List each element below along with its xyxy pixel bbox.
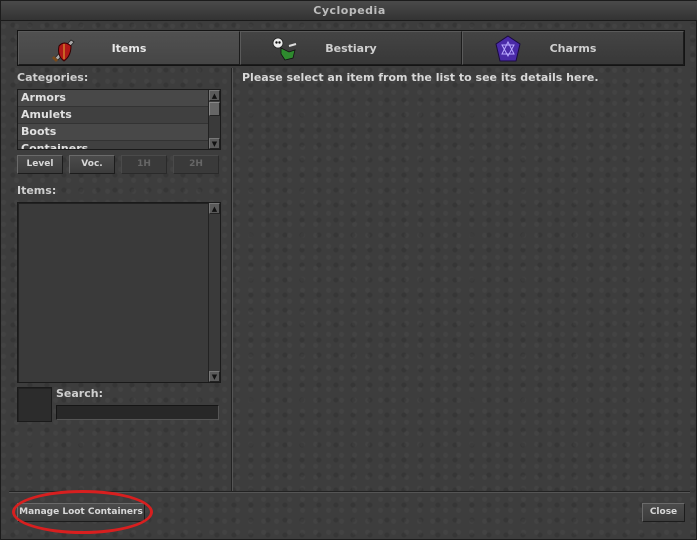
footer-divider [9, 491, 690, 492]
sword-shield-icon [51, 39, 75, 63]
category-item-amulets[interactable]: Amulets [18, 107, 208, 124]
window-title[interactable]: Cyclopedia [1, 1, 697, 21]
panel-divider [231, 68, 232, 491]
search-label: Search: [56, 387, 103, 400]
charm-crystal-icon [495, 35, 521, 62]
filter-vocation-button[interactable]: Voc. [69, 155, 115, 174]
close-button[interactable]: Close [642, 503, 685, 522]
tab-charms-label: Charms [549, 41, 597, 55]
scroll-up-icon[interactable]: ▲ [209, 90, 220, 101]
scroll-thumb[interactable] [209, 102, 220, 116]
category-item-armors[interactable]: Armors [18, 90, 208, 107]
tab-items-label: Items [111, 41, 147, 55]
category-item-boots[interactable]: Boots [18, 124, 208, 141]
tab-bestiary[interactable]: Bestiary [240, 31, 462, 65]
scroll-down-icon[interactable]: ▼ [209, 138, 220, 149]
details-placeholder-text: Please select an item from the list to s… [242, 71, 599, 84]
skeleton-icon [272, 37, 297, 61]
scroll-up-icon[interactable]: ▲ [209, 203, 220, 214]
filter-level-button[interactable]: Level [17, 155, 63, 174]
items-scrollbar[interactable]: ▲ ▼ [208, 203, 220, 382]
cyclopedia-window: Cyclopedia Items Bestiary Charms Categor… [0, 0, 697, 540]
filter-one-hand-button[interactable]: 1H [121, 155, 167, 174]
scroll-down-icon[interactable]: ▼ [209, 371, 220, 382]
tab-charms[interactable]: Charms [462, 31, 684, 65]
search-input[interactable] [56, 405, 219, 420]
item-preview-slot [17, 387, 52, 422]
tab-bar: Items Bestiary Charms [17, 30, 685, 66]
categories-list[interactable]: Armors Amulets Boots Containers ▲ ▼ [17, 89, 221, 150]
items-label: Items: [17, 184, 57, 197]
category-item-containers[interactable]: Containers [18, 141, 208, 149]
filter-two-hand-button[interactable]: 2H [173, 155, 219, 174]
manage-loot-containers-button[interactable]: Manage Loot Containers [17, 503, 145, 522]
tab-items[interactable]: Items [18, 31, 240, 65]
tab-bestiary-label: Bestiary [325, 41, 377, 55]
items-list[interactable]: ▲ ▼ [17, 202, 221, 383]
categories-scrollbar[interactable]: ▲ ▼ [208, 90, 220, 149]
categories-label: Categories: [17, 71, 89, 84]
